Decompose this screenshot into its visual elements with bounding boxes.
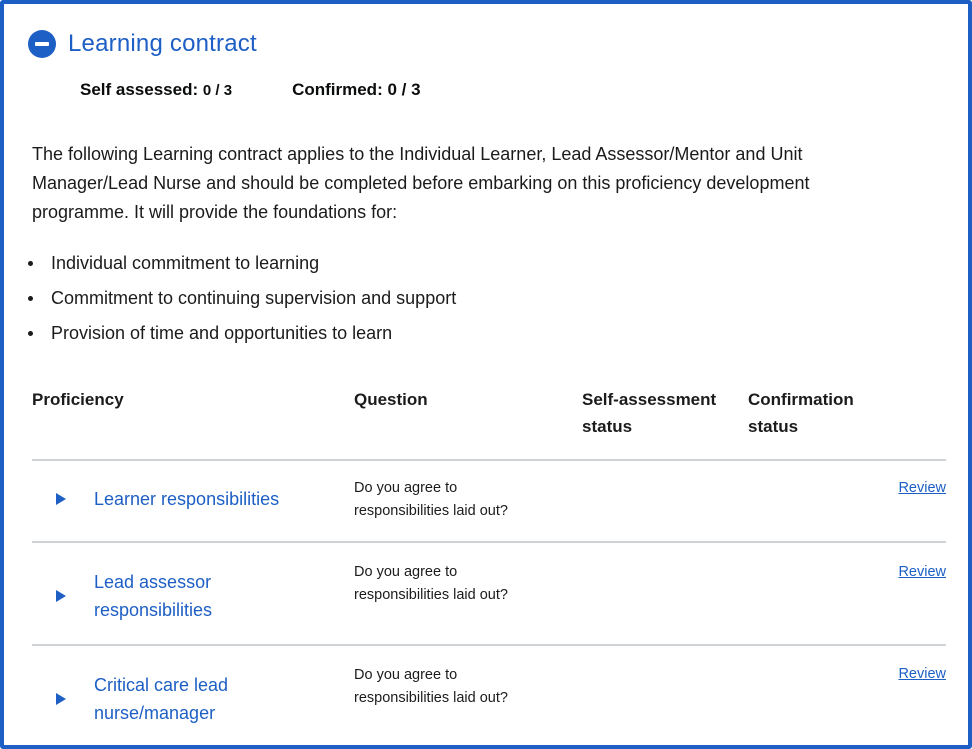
confirmed-label: Confirmed:: [292, 80, 383, 99]
intro-paragraph: The following Learning contract applies …: [32, 140, 932, 227]
header-confirmation-status: Confirmation status: [748, 386, 854, 440]
section-header[interactable]: Learning contract: [28, 28, 257, 60]
list-item: Individual commitment to learning: [24, 246, 456, 281]
expand-arrow-icon[interactable]: [56, 590, 66, 602]
question-line: Do you agree to: [354, 564, 458, 580]
list-item-text: Commitment to continuing supervision and…: [51, 288, 457, 308]
proficiency-link[interactable]: Learner responsibilities: [94, 485, 314, 513]
question-text: Do you agree to responsibilities laid ou…: [354, 664, 554, 710]
list-item: Provision of time and opportunities to l…: [24, 316, 456, 351]
header-text: Confirmation: [748, 390, 854, 409]
header-text: status: [748, 417, 799, 436]
header-question: Question: [354, 390, 428, 409]
bullet-icon: [28, 296, 33, 301]
table-header: Proficiency Question Self-assessment sta…: [32, 386, 946, 458]
intro-line: programme. It will provide the foundatio…: [32, 202, 398, 222]
question-line: responsibilities laid out?: [354, 690, 508, 706]
foundations-list: Individual commitment to learning Commit…: [24, 246, 456, 351]
confirmed-value: 0 / 3: [387, 80, 421, 99]
intro-line: The following Learning contract applies …: [32, 144, 803, 164]
proficiency-link[interactable]: Lead assessor responsibilities: [94, 568, 314, 624]
proficiency-text[interactable]: Critical care lead: [94, 671, 314, 699]
proficiency-text[interactable]: nurse/manager: [94, 699, 314, 727]
table-row: Lead assessor responsibilities Do you ag…: [32, 541, 946, 644]
list-item-text: Individual commitment to learning: [51, 253, 320, 273]
review-link[interactable]: Review: [898, 666, 946, 682]
assessment-counts: Self assessed: 0 / 3 Confirmed: 0 / 3: [80, 80, 481, 100]
question-line: Do you agree to: [354, 667, 458, 683]
review-link[interactable]: Review: [898, 480, 946, 496]
intro-line: Manager/Lead Nurse and should be complet…: [32, 173, 810, 193]
minus-circle-icon[interactable]: [28, 30, 56, 58]
expand-arrow-icon[interactable]: [56, 493, 66, 505]
section-title: Learning contract: [68, 30, 257, 57]
proficiency-link[interactable]: Critical care lead nurse/manager: [94, 671, 314, 727]
self-assessed-count: Self assessed: 0 / 3: [80, 80, 232, 100]
header-self-assessment-status: Self-assessment status: [582, 386, 716, 440]
proficiency-text[interactable]: Lead assessor: [94, 568, 314, 596]
header-text: status: [582, 417, 633, 436]
question-line: Do you agree to: [354, 480, 458, 496]
proficiency-text[interactable]: Learner responsibilities: [94, 485, 314, 513]
bullet-icon: [28, 331, 33, 336]
question-line: responsibilities laid out?: [354, 587, 508, 603]
header-text: Self-assessment: [582, 390, 717, 409]
table-row: Critical care lead nurse/manager Do you …: [32, 644, 946, 745]
proficiency-text[interactable]: responsibilities: [94, 596, 314, 624]
expand-arrow-icon[interactable]: [56, 693, 66, 705]
review-link[interactable]: Review: [898, 564, 946, 580]
self-assessed-label: Self assessed:: [80, 80, 199, 99]
list-item-text: Provision of time and opportunities to l…: [51, 323, 393, 343]
self-assessed-value: 0 / 3: [202, 82, 233, 99]
learning-contract-panel: Learning contract Self assessed: 0 / 3 C…: [0, 0, 972, 749]
header-proficiency: Proficiency: [32, 390, 124, 409]
bullet-icon: [28, 261, 33, 266]
question-line: responsibilities laid out?: [354, 503, 508, 519]
table-row: Learner responsibilities Do you agree to…: [32, 459, 946, 541]
question-text: Do you agree to responsibilities laid ou…: [354, 477, 554, 523]
confirmed-count: Confirmed: 0 / 3: [292, 80, 421, 100]
list-item: Commitment to continuing supervision and…: [24, 281, 456, 316]
question-text: Do you agree to responsibilities laid ou…: [354, 561, 554, 607]
